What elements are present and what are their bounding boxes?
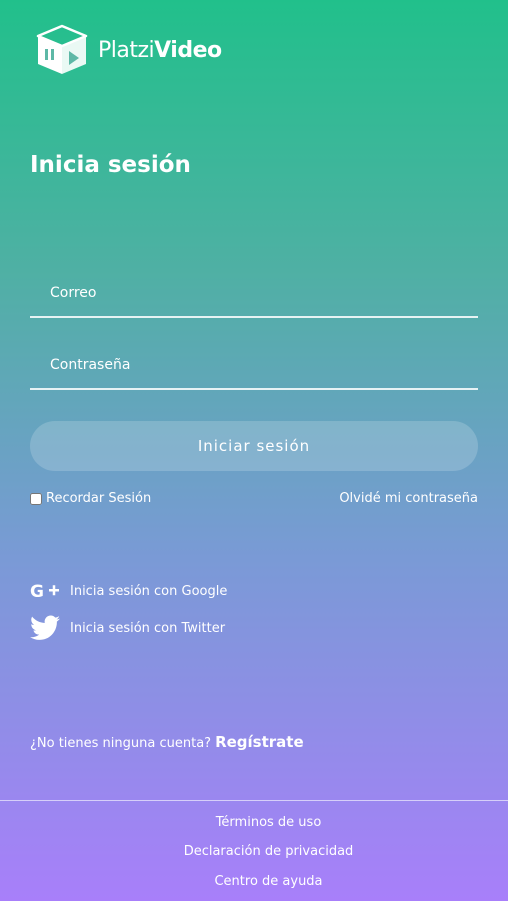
remember-session-checkbox[interactable]	[30, 492, 42, 505]
header: PlatziVideo	[34, 24, 222, 76]
google-plus-icon: G	[30, 577, 60, 605]
email-input[interactable]	[30, 270, 478, 316]
remember-session-label: Recordar Sesión	[46, 491, 152, 506]
register-prompt-text: ¿No tienes ninguna cuenta?	[30, 736, 212, 751]
login-title: Inicia sesión	[30, 152, 191, 178]
brand-name: PlatziVideo	[98, 38, 222, 63]
brand-name-light: Platzi	[98, 37, 155, 63]
google-login-label: Inicia sesión con Google	[70, 583, 228, 599]
register-prompt: ¿No tienes ninguna cuenta? Regístrate	[30, 733, 304, 751]
twitter-icon	[30, 614, 60, 642]
remember-session[interactable]: Recordar Sesión	[30, 491, 151, 506]
register-link[interactable]: Regístrate	[215, 733, 304, 751]
svg-text:G: G	[30, 582, 44, 601]
platzi-video-logo-icon	[36, 24, 88, 74]
twitter-login-label: Inicia sesión con Twitter	[70, 620, 226, 636]
forgot-password-link[interactable]: Olvidé mi contraseña	[339, 491, 478, 506]
footer: Términos de uso Declaración de privacida…	[0, 800, 508, 901]
footer-link-help[interactable]: Centro de ayuda	[0, 874, 508, 889]
brand-name-bold: Video	[154, 37, 222, 63]
password-field-wrapper	[30, 342, 478, 390]
google-login-button[interactable]: G Inicia sesión con Google	[30, 577, 227, 605]
email-field-wrapper	[30, 270, 478, 318]
footer-link-terms[interactable]: Términos de uso	[0, 815, 508, 830]
login-submit-button[interactable]: Iniciar sesión	[30, 421, 478, 471]
footer-link-privacy[interactable]: Declaración de privacidad	[0, 844, 508, 859]
twitter-login-button[interactable]: Inicia sesión con Twitter	[30, 614, 225, 642]
password-input[interactable]	[30, 342, 478, 388]
